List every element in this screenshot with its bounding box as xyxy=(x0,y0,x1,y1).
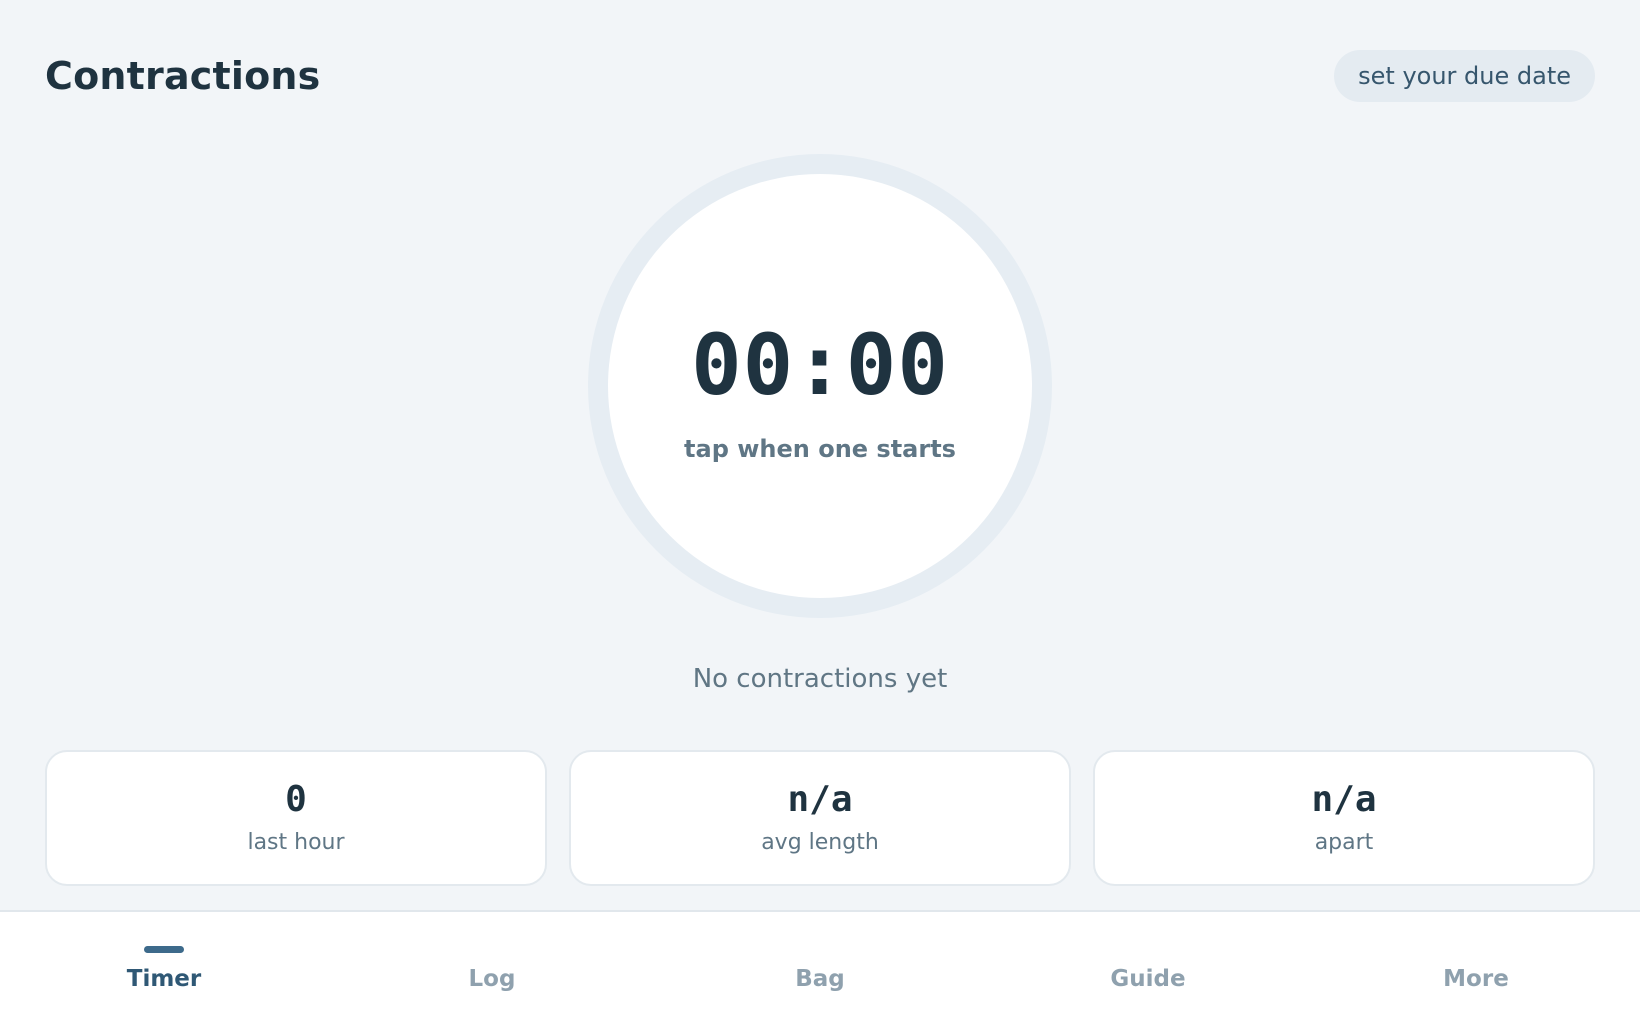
page-title: Contractions xyxy=(45,54,321,98)
bottom-nav: Timer Log Bag Guide More xyxy=(0,910,1640,1024)
active-tab-indicator xyxy=(144,946,184,953)
tab-label: More xyxy=(1443,966,1509,992)
stat-value: n/a xyxy=(787,778,853,820)
stats-row: 0 last hour n/a avg length n/a apart xyxy=(45,750,1595,886)
timer-display: 00:00 xyxy=(691,316,949,414)
tab-guide[interactable]: Guide xyxy=(984,912,1312,1024)
timer-button[interactable]: 00:00 tap when one starts xyxy=(588,154,1052,618)
stat-value: 0 xyxy=(285,778,307,820)
tab-log[interactable]: Log xyxy=(328,912,656,1024)
stat-label: last hour xyxy=(247,829,345,855)
timer-hint: tap when one starts xyxy=(684,435,956,463)
tab-label: Bag xyxy=(795,966,845,992)
tab-more[interactable]: More xyxy=(1312,912,1640,1024)
tab-bag[interactable]: Bag xyxy=(656,912,984,1024)
tab-label: Log xyxy=(468,966,516,992)
stat-label: apart xyxy=(1314,829,1374,855)
stat-card-last-hour: 0 last hour xyxy=(45,750,547,886)
stat-card-avg-length: n/a avg length xyxy=(569,750,1071,886)
header: Contractions set your due date xyxy=(45,50,1595,102)
set-due-date-button[interactable]: set your due date xyxy=(1334,50,1595,102)
tab-label: Guide xyxy=(1110,966,1186,992)
contraction-timer-screen: Contractions set your due date 00:00 tap… xyxy=(0,0,1640,1024)
tab-timer[interactable]: Timer xyxy=(0,912,328,1024)
stat-value: n/a xyxy=(1311,778,1377,820)
empty-state-message: No contractions yet xyxy=(692,664,948,694)
stat-label: avg length xyxy=(761,829,879,855)
timer-face: 00:00 tap when one starts xyxy=(608,174,1032,598)
stat-card-apart: n/a apart xyxy=(1093,750,1595,886)
tab-label: Timer xyxy=(126,966,202,992)
